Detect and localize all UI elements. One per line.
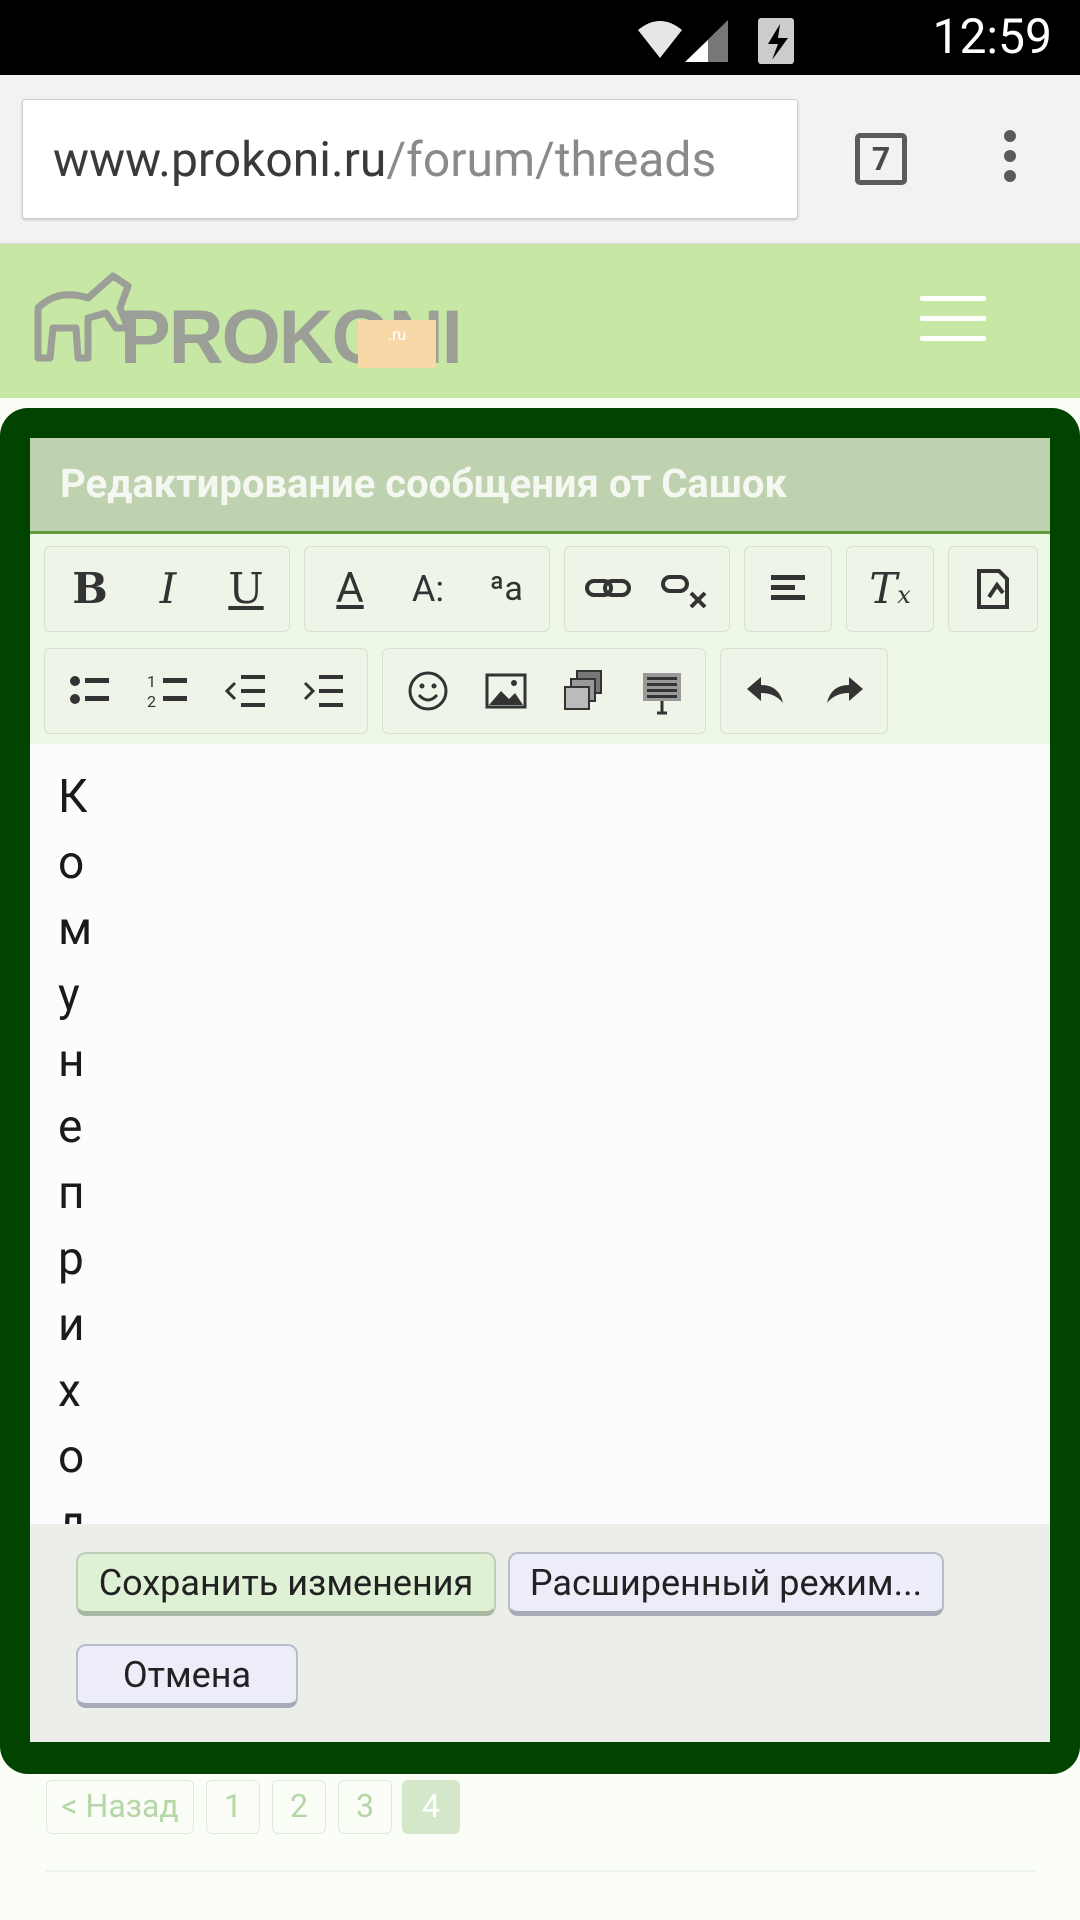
insert-group [382, 648, 706, 734]
underline-icon[interactable]: U [207, 547, 285, 631]
url-domain: www.prokoni.ru [53, 131, 387, 188]
svg-text:1: 1 [147, 672, 156, 691]
edit-dialog: Редактирование сообщения от Сашок B I U … [30, 438, 1050, 1742]
pagination-page-1[interactable]: 1 [206, 1780, 260, 1834]
tab-switcher-button[interactable]: 7 [855, 133, 907, 185]
dialog-title: Редактирование сообщения от Сашок [30, 438, 1050, 534]
pagination-page-4-current[interactable]: 4 [402, 1780, 460, 1834]
site-logo[interactable]: PROKONI .ru [28, 258, 463, 388]
format-group: B I U [44, 546, 290, 632]
media-icon[interactable] [545, 649, 623, 733]
svg-text:2: 2 [147, 692, 156, 711]
align-group [744, 546, 832, 632]
smiley-icon[interactable] [389, 649, 467, 733]
clear-format-group: Tx [846, 546, 934, 632]
pagination-page-3[interactable]: 3 [338, 1780, 392, 1834]
source-group [948, 546, 1038, 632]
list-group: 12 [44, 648, 368, 734]
bold-icon[interactable]: B [51, 547, 129, 631]
browser-toolbar: www.prokoni.ru/forum/threads 7 [0, 75, 1080, 244]
italic-icon[interactable]: I [129, 547, 207, 631]
pagination-page-2[interactable]: 2 [272, 1780, 326, 1834]
link-group [564, 546, 730, 632]
edit-modal: Редактирование сообщения от Сашок B I U … [0, 408, 1080, 1774]
site-header: PROKONI .ru [0, 244, 1080, 398]
divider [46, 1870, 1036, 1872]
redo-icon[interactable] [805, 649, 883, 733]
text-color-icon[interactable]: A [311, 547, 389, 631]
align-left-icon[interactable] [749, 547, 827, 631]
numbered-list-icon[interactable]: 12 [129, 649, 207, 733]
dialog-actions: Сохранить изменения Расширенный режим...… [30, 1524, 1050, 1742]
cancel-button[interactable]: Отмена [76, 1644, 298, 1708]
editor-toolbar: B I U A A: ªa Tx 1 2 [30, 534, 1050, 745]
image-icon[interactable] [467, 649, 545, 733]
unlink-icon[interactable] [647, 547, 725, 631]
status-time: 12:59 [932, 8, 1052, 65]
url-path: /forum/threads [386, 131, 717, 188]
font-group: A A: ªa [304, 546, 550, 632]
indent-icon[interactable] [285, 649, 363, 733]
bullet-list-icon[interactable] [51, 649, 129, 733]
signal-icons [638, 18, 794, 64]
hamburger-menu-icon[interactable] [920, 296, 986, 344]
message-editor[interactable]: Комунеприход [30, 744, 1050, 1524]
history-group [720, 648, 888, 734]
editor-content[interactable]: Комунеприход [58, 764, 98, 1524]
logo-suffix: .ru [358, 320, 436, 368]
link-icon[interactable] [569, 547, 647, 631]
save-changes-button[interactable]: Сохранить изменения [76, 1552, 496, 1616]
undo-icon[interactable] [727, 649, 805, 733]
url-bar[interactable]: www.prokoni.ru/forum/threads [22, 99, 798, 219]
font-size-icon[interactable]: A: [389, 547, 467, 631]
browser-menu-icon[interactable] [995, 130, 1025, 190]
font-family-icon[interactable]: ªa [467, 547, 545, 631]
pagination-prev[interactable]: < Назад [46, 1780, 194, 1834]
status-icons [630, 10, 850, 70]
outdent-icon[interactable] [207, 649, 285, 733]
remove-format-icon[interactable]: Tx [851, 547, 929, 631]
status-bar: 12:59 [0, 0, 1080, 75]
source-code-icon[interactable] [953, 547, 1031, 631]
advanced-mode-button[interactable]: Расширенный режим... [508, 1552, 944, 1616]
code-block-icon[interactable] [623, 649, 701, 733]
